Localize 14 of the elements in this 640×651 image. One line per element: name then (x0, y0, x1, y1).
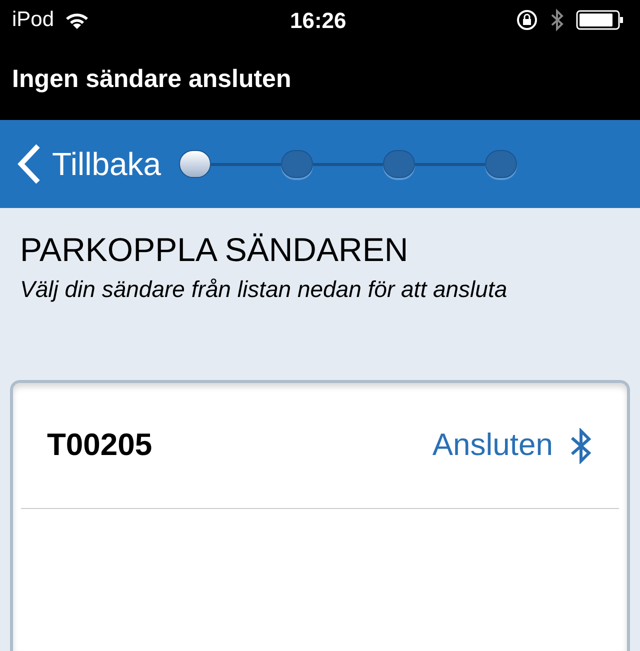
bluetooth-icon (550, 8, 564, 32)
back-button[interactable]: Tillbaka (16, 140, 162, 188)
connection-status: Ansluten (432, 426, 553, 464)
section-heading: PARKOPPLA SÄNDAREN (20, 230, 410, 270)
rotation-lock-icon (516, 9, 538, 31)
carrier-label: iPod (12, 7, 54, 34)
screen-title: Ingen sändare ansluten (12, 64, 292, 96)
battery-icon (576, 9, 624, 31)
device-name: T00205 (47, 426, 152, 464)
clock-time: 16:26 (290, 6, 346, 34)
chevron-left-icon (16, 143, 42, 185)
instruction-text: Välj din sändare från listan nedan för att ansluta (20, 275, 508, 304)
device-row[interactable]: T00205 Ansluten (21, 383, 619, 509)
bluetooth-icon (569, 428, 593, 464)
